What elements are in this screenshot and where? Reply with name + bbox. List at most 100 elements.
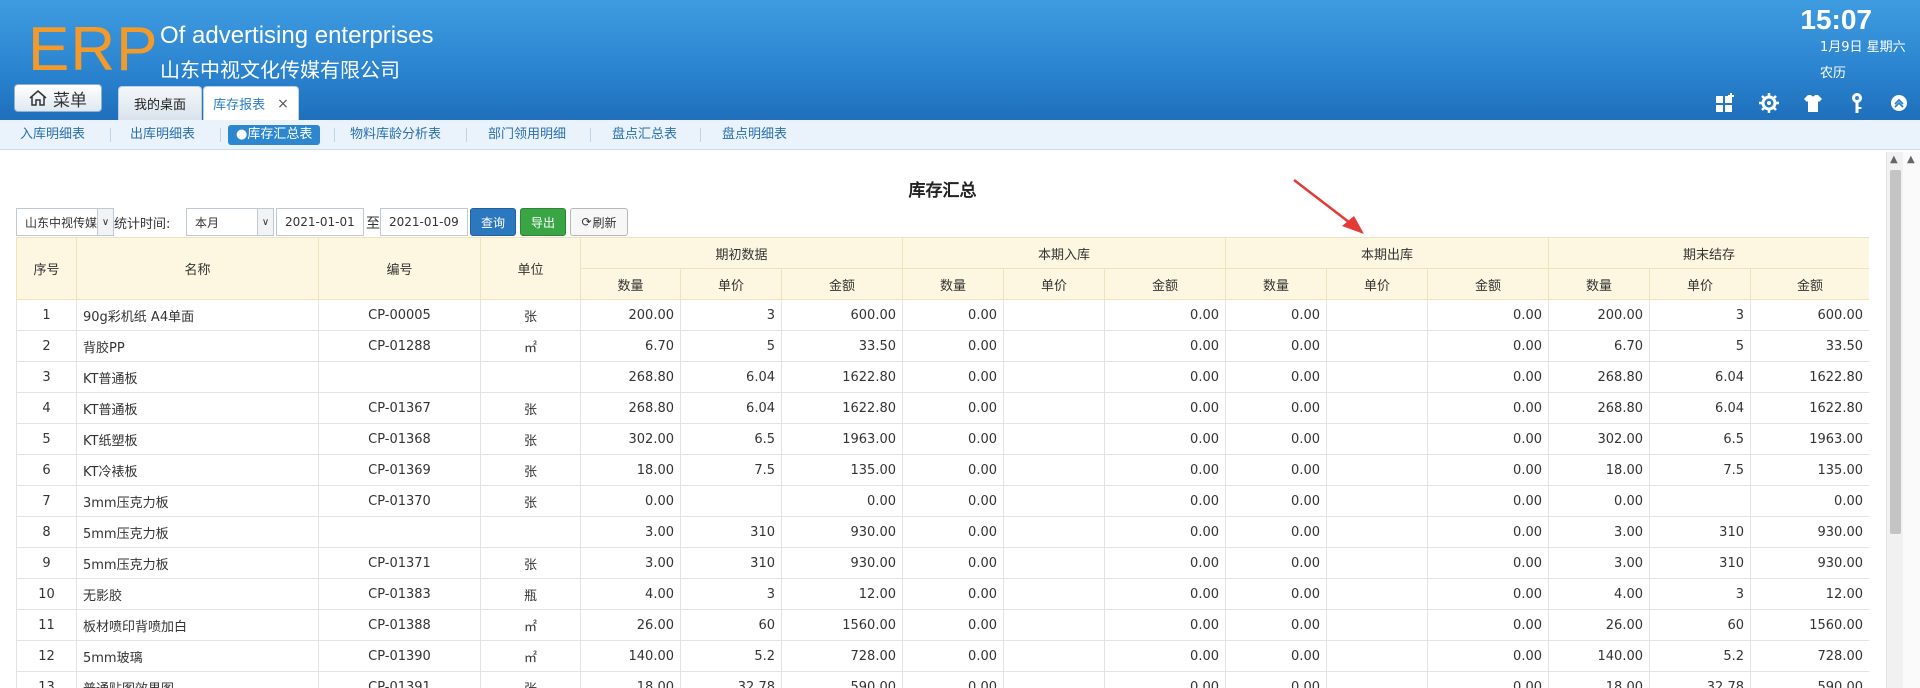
company-select[interactable]: 山东中视传媒 ∨ <box>16 208 114 236</box>
table-cell: 0.00 <box>1427 454 1549 486</box>
table-row[interactable]: 1 90g彩机纸 A4单面 CP-00005 张 200.00 3 600.00 0.00 0.… <box>16 299 1869 331</box>
table-row[interactable]: 5 KT纸塑板 CP-01368 张 302.00 6.5 1963.00 0.00 0.00 0… <box>16 423 1869 455</box>
table-cell: ㎡ <box>480 609 581 641</box>
export-button[interactable]: 导出 <box>520 208 566 236</box>
table-cell: 0.00 <box>1427 485 1549 517</box>
table-cell: 5 <box>680 330 782 362</box>
table-cell: 140.00 <box>1548 640 1650 672</box>
table-row[interactable]: 11 板材喷印背喷加白 CP-01388 ㎡ 26.00 60 1560.00 0.00 0.0… <box>16 609 1869 641</box>
page-scrollbar[interactable]: ▲ <box>1903 152 1920 688</box>
sub-header-cell: 单价 <box>680 268 782 300</box>
close-icon[interactable]: × <box>277 96 289 112</box>
table-cell: 3 <box>1649 578 1751 610</box>
period-select-value: 本月 <box>195 215 220 230</box>
table-cell: 6.04 <box>1649 361 1751 393</box>
table-cell <box>1003 454 1105 486</box>
table-cell: 10 <box>16 578 77 610</box>
date-from-input[interactable]: 2021-01-01 <box>276 208 364 236</box>
table-cell: 张 <box>480 671 581 688</box>
sub-header-cell: 金额 <box>1427 268 1549 300</box>
main-menu-button[interactable]: 菜单 <box>14 84 102 112</box>
table-cell: 3 <box>680 578 782 610</box>
gear-icon[interactable] <box>1758 92 1780 114</box>
scroll-up-icon[interactable]: ▲ <box>1907 154 1915 165</box>
table-cell: 0.00 <box>1427 330 1549 362</box>
table-cell: CP-01288 <box>318 330 481 362</box>
query-button[interactable]: 查询 <box>470 208 516 236</box>
table-cell: 12 <box>16 640 77 672</box>
table-cell: 5 <box>1649 330 1751 362</box>
sub-header-cell: 金额 <box>1750 268 1869 300</box>
table-cell: 6.5 <box>1649 423 1751 455</box>
subnav-dept-usage[interactable]: 部门领用明细 <box>484 125 570 145</box>
table-cell: 268.80 <box>1548 361 1650 393</box>
page-title: 库存汇总 <box>908 181 977 201</box>
table-cell: 0.00 <box>902 578 1004 610</box>
grid-scrollbar[interactable]: ▲ <box>1886 152 1903 688</box>
table-cell: 3 <box>680 299 782 331</box>
table-cell: 4.00 <box>1548 578 1650 610</box>
refresh-button[interactable]: ⟳ 刷新 <box>570 208 628 236</box>
table-cell: 32.78 <box>1649 671 1751 688</box>
lunar-calendar-link[interactable]: 农历 <box>1820 62 1846 81</box>
table-cell: CP-01370 <box>318 485 481 517</box>
col-header-seq: 序号 <box>16 237 77 300</box>
table-row[interactable]: 3 KT普通板 268.80 6.04 1622.80 0.00 0.00 0.00 0.00 2… <box>16 361 1869 393</box>
table-cell: 0.00 <box>580 485 681 517</box>
date-to-input[interactable]: 2021-01-09 <box>380 208 468 236</box>
table-cell: CP-01369 <box>318 454 481 486</box>
table-cell: 5mm玻璃 <box>76 640 319 672</box>
grid-add-icon[interactable] <box>1714 92 1736 114</box>
table-cell: 200.00 <box>1548 299 1650 331</box>
table-cell: 268.80 <box>1548 392 1650 424</box>
table-cell: CP-01371 <box>318 547 481 579</box>
tab-inventory-report[interactable]: 库存报表 × <box>203 86 299 120</box>
table-cell: 18.00 <box>580 671 681 688</box>
collapse-up-icon[interactable] <box>1888 92 1910 114</box>
subnav-material-age[interactable]: 物料库龄分析表 <box>346 125 445 145</box>
period-select[interactable]: 本月 ∨ <box>186 208 274 236</box>
table-cell <box>1003 299 1105 331</box>
shirt-icon[interactable] <box>1802 92 1824 114</box>
table-row[interactable]: 10 无影胶 CP-01383 瓶 4.00 3 12.00 0.00 0.00 0.00 0.00… <box>16 578 1869 610</box>
table-row[interactable]: 6 KT冷裱板 CP-01369 张 18.00 7.5 135.00 0.00 0.00 0.0… <box>16 454 1869 486</box>
table-cell: 0.00 <box>902 423 1004 455</box>
table-cell <box>318 516 481 548</box>
table-row[interactable]: 9 5mm压克力板 CP-01371 张 3.00 310 930.00 0.00 0.00 0.… <box>16 547 1869 579</box>
table-cell: 0.00 <box>1225 640 1327 672</box>
table-cell: 32.78 <box>680 671 782 688</box>
table-cell: 0.00 <box>1104 392 1226 424</box>
table-cell: 6.04 <box>680 392 782 424</box>
table-cell: CP-01391 <box>318 671 481 688</box>
table-cell: 590.00 <box>1750 671 1869 688</box>
scroll-up-icon[interactable]: ▲ <box>1890 154 1898 165</box>
table-row[interactable]: 13普通贴图效果图CP-01391张18.0032.78590.000.000.… <box>16 671 1869 688</box>
table-cell: 0.00 <box>902 547 1004 579</box>
table-row[interactable]: 7 3mm压克力板 CP-01370 张 0.00 0.00 0.00 0.00 0.00 0.0… <box>16 485 1869 517</box>
table-cell: 0.00 <box>1104 330 1226 362</box>
table-row[interactable]: 2 背胶PP CP-01288 ㎡ 6.70 5 33.50 0.00 0.00 0.00 0.00… <box>16 330 1869 362</box>
subnav-inventory-summary[interactable]: ●库存汇总表 <box>228 125 321 145</box>
subnav-divider <box>334 128 335 142</box>
col-header-code: 编号 <box>318 237 481 300</box>
table-cell: 张 <box>480 454 581 486</box>
table-row[interactable]: 8 5mm压克力板 3.00 310 930.00 0.00 0.00 0.00 0.00 3.0… <box>16 516 1869 548</box>
period-label: 统计时间: <box>114 217 171 232</box>
subnav-stocktake-detail[interactable]: 盘点明细表 <box>718 125 791 145</box>
table-row[interactable]: 4 KT普通板 CP-01367 张 268.80 6.04 1622.80 0.00 0.00… <box>16 392 1869 424</box>
table-cell: 2 <box>16 330 77 362</box>
table-cell: 310 <box>680 547 782 579</box>
subnav-outbound-detail[interactable]: 出库明细表 <box>126 125 199 145</box>
key-icon[interactable] <box>1846 92 1868 114</box>
table-cell <box>1326 361 1428 393</box>
table-cell: 张 <box>480 423 581 455</box>
subnav-inbound-detail[interactable]: 入库明细表 <box>16 125 89 145</box>
table-cell: 0.00 <box>1225 578 1327 610</box>
table-row[interactable]: 12 5mm玻璃 CP-01390 ㎡ 140.00 5.2 728.00 0.00 0.00 0… <box>16 640 1869 672</box>
table-cell: 5 <box>16 423 77 455</box>
table-cell: CP-01368 <box>318 423 481 455</box>
table-cell <box>480 361 581 393</box>
subnav-stocktake-summary[interactable]: 盘点汇总表 <box>608 125 681 145</box>
scrollbar-thumb[interactable] <box>1890 170 1901 534</box>
tab-my-desktop[interactable]: 我的桌面 <box>118 86 202 120</box>
